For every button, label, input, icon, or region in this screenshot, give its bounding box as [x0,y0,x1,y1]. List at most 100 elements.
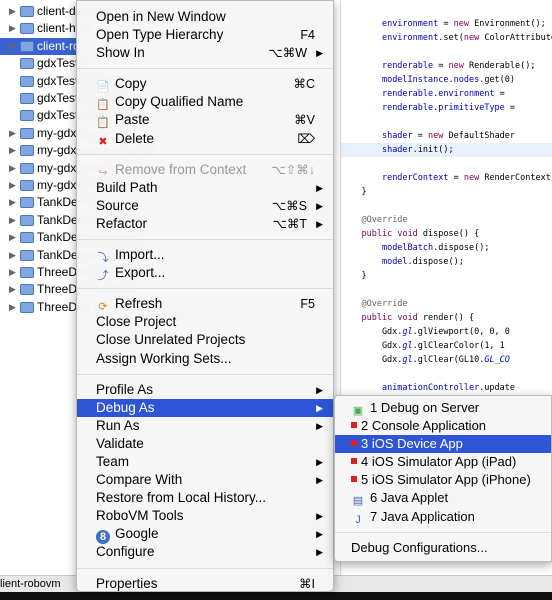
tree-item[interactable]: ▶ThreeDee-android [0,281,134,298]
tree-item[interactable]: ▶ client-html [0,20,92,37]
submenu-arrow-icon: ▶ [316,218,323,229]
menu-item-close-project[interactable]: Close Project [77,313,333,331]
tree-item[interactable]: gdxTests [0,55,84,72]
debug-option[interactable]: 5 iOS Simulator App (iPhone) [335,471,551,489]
code-token: void [397,229,418,239]
menu-item-paste[interactable]: 📋 Paste ⌘V [77,111,333,129]
menu-item-team[interactable]: Team ▶ [77,453,333,471]
tree-item[interactable]: ▶ TankDemo [0,194,94,211]
tree-item[interactable]: gdxTests-desktop [0,90,130,107]
tree-item[interactable]: ▶ client-desktop [0,3,111,20]
shortcut-label: ⌦ [297,131,315,146]
expand-arrow-icon[interactable]: ▶ [9,38,16,55]
code-token: } [341,271,367,281]
menu-item-assign-working-sets[interactable]: Assign Working Sets... [77,350,333,368]
project-folder-icon [20,284,34,296]
code-token: nodes [453,75,480,85]
code-token: = [438,19,454,29]
code-line: Gdx.gl.glClearColor(1, 1 [341,339,552,353]
expand-arrow-icon[interactable]: ▶ [9,125,16,142]
menu-item-run-as[interactable]: Run As ▶ [77,417,333,435]
expand-arrow-icon[interactable]: ▶ [9,212,16,229]
tree-item[interactable]: ▶ThreeDee-desktop [0,299,136,316]
menu-item-label: Source [96,197,139,213]
code-token: gl [402,355,413,365]
menu-item-label: Copy [115,76,147,92]
menu-item-validate[interactable]: Validate [77,435,333,453]
debug-option-label: 6 Java Applet [370,490,449,506]
debug-option[interactable]: ▤ 6 Java Applet [335,489,551,507]
tree-item[interactable]: ▶my-gdx-game-android [0,142,154,159]
menu-item-source[interactable]: Source ⌥⌘S ▶ [77,197,333,215]
menu-item-restore-from-local-history[interactable]: Restore from Local History... [77,489,333,507]
menu-item-remove-from-context[interactable]: ↪ Remove from Context ⌥⇧⌘↓ [77,161,333,179]
menu-item-refactor[interactable]: Refactor ⌥⌘T ▶ [77,215,333,233]
tree-item[interactable]: gdxTests-android [0,73,128,90]
menu-item-robovm-tools[interactable]: RoboVM Tools ▶ [77,507,333,525]
expand-arrow-icon[interactable]: ▶ [9,281,16,298]
code-line: Gdx.gl.glClear(GL10.GL_CO [341,353,552,367]
code-line: @Override [341,213,552,227]
red-square-icon [351,422,357,429]
debug-option[interactable]: J 7 Java Application [335,508,551,526]
menu-item-export[interactable]: ⤴ Export... [77,264,333,282]
applet-icon: ▤ [352,495,364,508]
code-line: renderContext = new RenderContext [341,171,552,185]
code-token: Gdx. [341,341,403,351]
expand-arrow-icon[interactable]: ▶ [9,229,16,246]
project-folder-icon [20,40,34,52]
code-token: shader [381,145,413,155]
debug-option[interactable]: 2 Console Application [335,417,551,435]
context-menu: Open in New Window Open Type Hierarchy F4 S… [76,0,334,592]
menu-item-compare-with[interactable]: Compare With ▶ [77,471,333,489]
debug-option[interactable]: 4 iOS Simulator App (iPad) [335,453,551,471]
tree-item[interactable]: gdxTests-html [0,107,111,124]
menu-item-open-in-new-window[interactable]: Open in New Window [77,8,333,26]
expand-arrow-icon[interactable]: ▶ [9,177,16,194]
menu-item-properties[interactable]: Properties ⌘I [77,575,333,593]
expand-arrow-icon[interactable]: ▶ [9,247,16,264]
code-line: @Override [341,297,552,311]
code-token: DefaultShader [443,131,516,141]
expand-arrow-icon[interactable]: ▶ [9,3,16,20]
project-folder-icon [20,127,34,139]
menu-item-copy-qualified-name[interactable]: 📋 Copy Qualified Name [77,93,333,111]
tree-item[interactable]: ▶ client-robovm [0,37,109,55]
tree-item[interactable]: ▶ my-gdx-game [0,125,110,142]
expand-arrow-icon[interactable]: ▶ [9,160,16,177]
debug-option[interactable]: ▣ 1 Debug on Server [335,399,551,417]
tree-item[interactable]: ▶ ThreeDee [0,264,90,281]
menu-item-refresh[interactable]: ⟳ Refresh F5 [77,295,333,313]
code-token: = [448,173,464,183]
tree-item[interactable]: ▶TankDemo-desktop [0,229,140,246]
expand-arrow-icon[interactable]: ▶ [9,299,16,316]
expand-arrow-icon[interactable]: ▶ [9,194,16,211]
expand-arrow-icon[interactable]: ▶ [9,20,16,37]
menu-item-delete[interactable]: ✖ Delete ⌦ [77,130,333,148]
menu-item-debug-as[interactable]: Debug As ▶ [77,398,333,417]
menu-item-label: Compare With [96,472,183,488]
tree-item[interactable]: ▶TankDemo-html [0,247,121,264]
menu-item-close-unrelated-projects[interactable]: Close Unrelated Projects [77,331,333,349]
menu-item-open-type-hierarchy[interactable]: Open Type Hierarchy F4 [77,26,333,44]
tree-item[interactable]: ▶my-gdx-game-html [0,177,137,194]
menu-item-build-path[interactable]: Build Path ▶ [77,179,333,197]
menu-item-copy[interactable]: 📄 Copy ⌘C [77,75,333,93]
expand-arrow-icon[interactable]: ▶ [9,264,16,281]
menu-item-google[interactable]: 8 Google ▶ [77,525,333,545]
menu-item-configure[interactable]: Configure ▶ [77,543,333,561]
debug-configurations-item[interactable]: Debug Configurations... [335,539,551,557]
expand-arrow-icon[interactable]: ▶ [9,142,16,159]
code-token: void [397,313,418,323]
menu-item-import[interactable]: ⤵ Import... [77,246,333,264]
tree-item[interactable]: ▶TankDemo-android [0,212,138,229]
menu-item-label: Close Project [96,314,177,330]
tree-item[interactable]: ▶my-gdx-game-desktop [0,160,156,177]
debug-option[interactable]: 3 iOS Device App [335,435,551,454]
menu-item-show-in[interactable]: Show In ⌥⌘W ▶ [77,44,333,62]
menu-item-profile-as[interactable]: Profile As ▶ [77,381,333,399]
